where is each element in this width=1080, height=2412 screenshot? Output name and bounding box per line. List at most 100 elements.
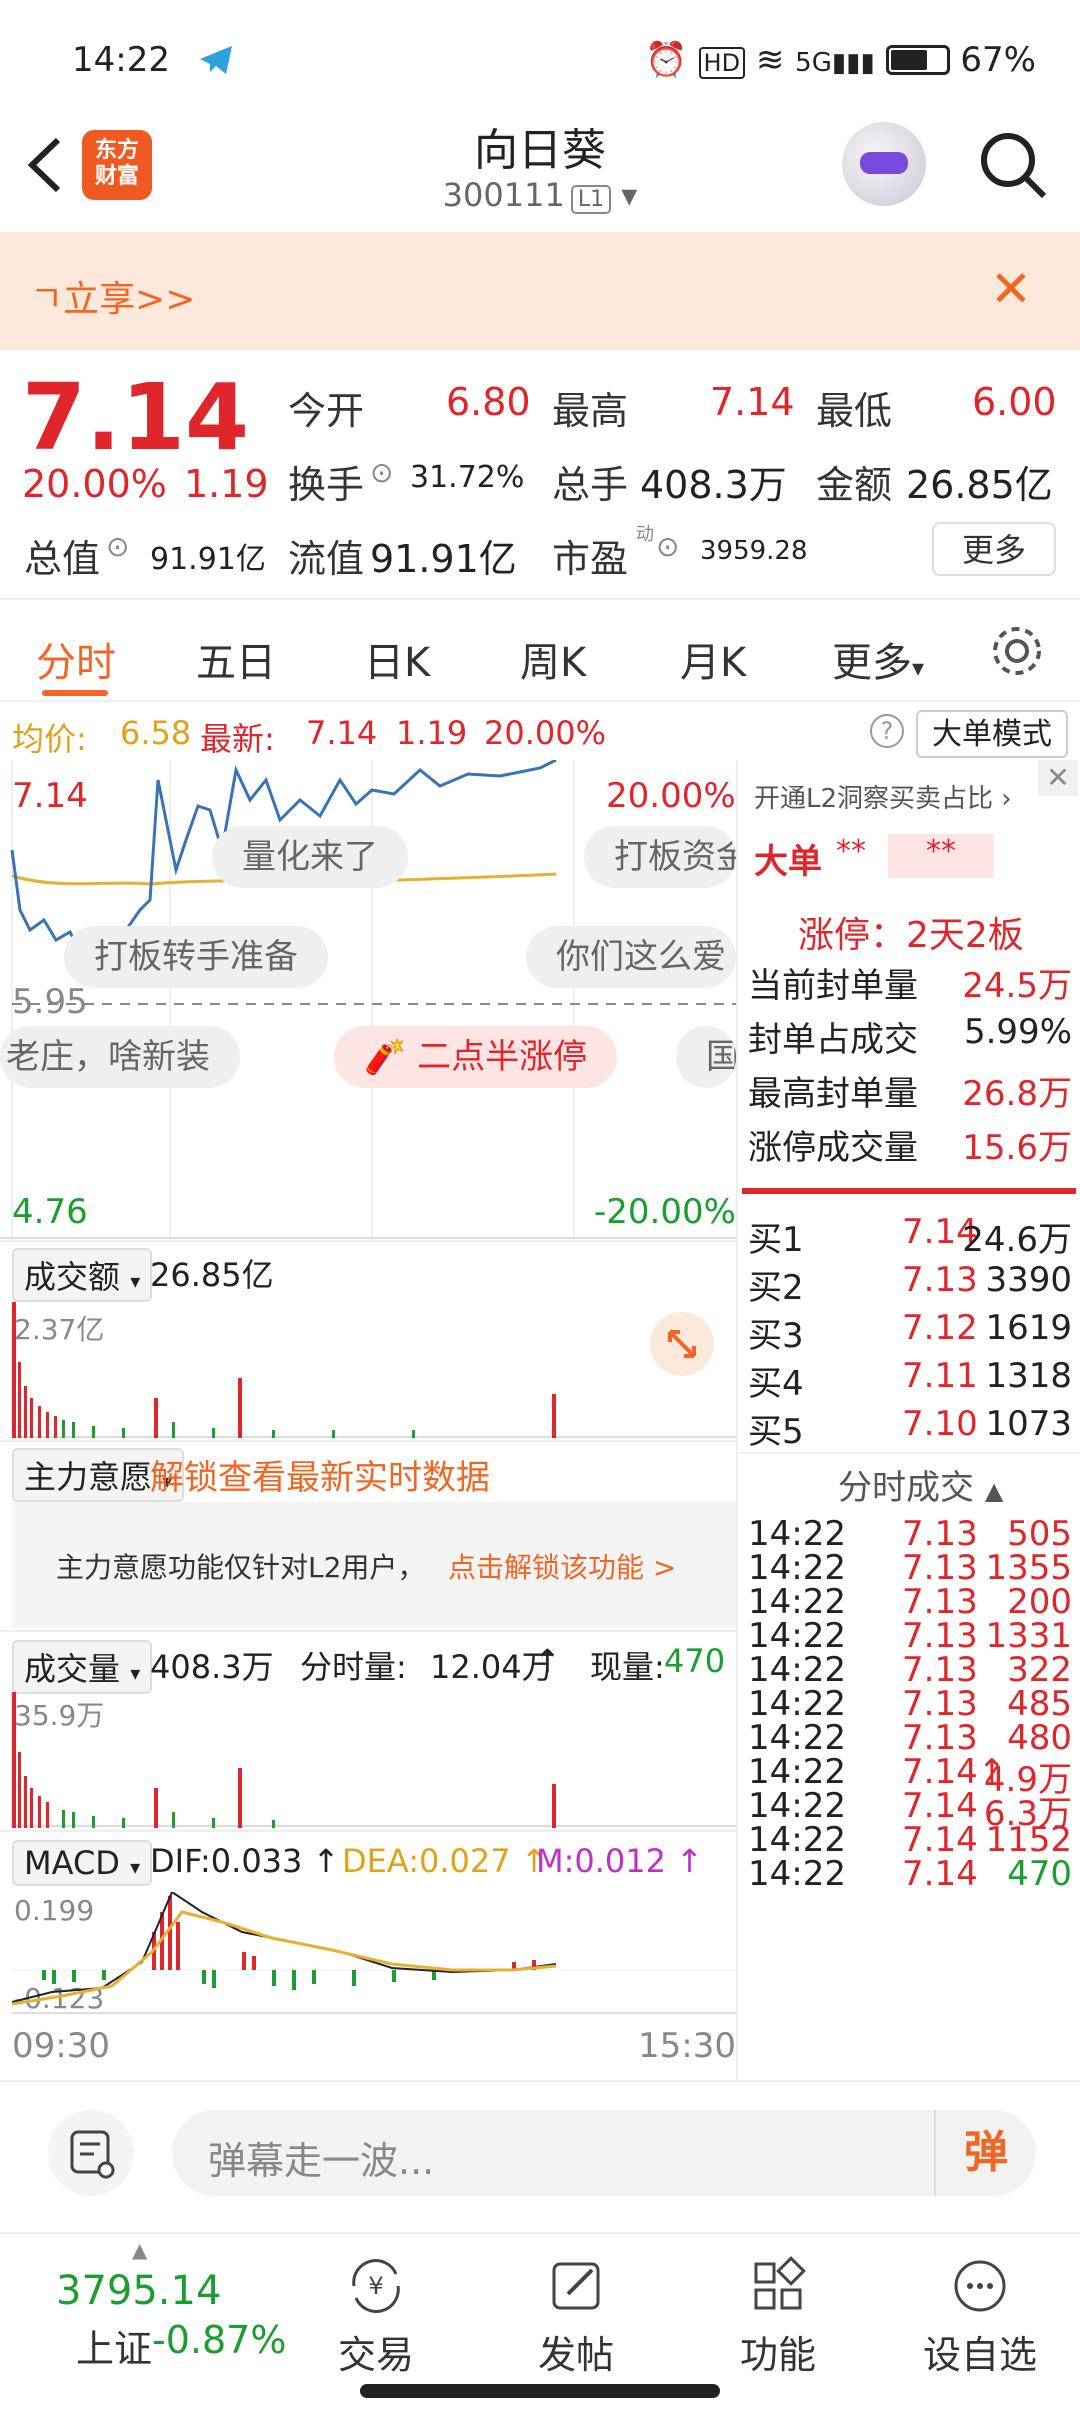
bid-price: 7.12: [902, 1308, 978, 1348]
amount-label: 金额: [816, 463, 893, 507]
danmaku-bubble[interactable]: 打板资金: [584, 826, 736, 888]
l2-insight-link[interactable]: 开通L2洞察买卖占比 ›: [754, 778, 1012, 815]
bid-price: 7.11: [902, 1356, 978, 1396]
stat-label: 涨停成交量: [748, 1128, 918, 1168]
amount-bars-svg: [12, 1302, 736, 1438]
time-end: 15:30: [638, 2026, 736, 2066]
close-icon[interactable]: ✕: [1038, 760, 1078, 796]
tab-month-k[interactable]: 月K: [680, 630, 746, 688]
nav-post[interactable]: 发帖: [496, 2254, 656, 2379]
unlock-feature-link[interactable]: 点击解锁该功能 >: [448, 1546, 676, 1586]
back-arrow-icon[interactable]: [20, 130, 80, 210]
macd-dropdown[interactable]: MACD ▾: [12, 1840, 153, 1886]
stat-value: 15.6万: [962, 1128, 1072, 1168]
intraday-chart[interactable]: 7.14 20.00% 5.95 4.76 -20.00% 量化来了 打板资金 …: [0, 760, 736, 1240]
unlock-realtime-link[interactable]: 解锁查看最新实时数据: [150, 1450, 490, 1499]
tab-day-k[interactable]: 日K: [364, 630, 430, 688]
l2-lock-box: 主力意愿功能仅针对L2用户， 点击解锁该功能 >: [12, 1502, 736, 1628]
stock-header: 东方 财富 向日葵 300111 L1 ▾: [0, 110, 1080, 232]
bid-label: 买2: [748, 1268, 804, 1308]
volume-dropdown[interactable]: 成交量 ▾: [12, 1640, 153, 1694]
current-volume-label: 现量:: [590, 1648, 665, 1686]
bid-row[interactable]: 买4 7.11 1318: [748, 1356, 1072, 1405]
bid-label: 买4: [748, 1364, 804, 1404]
bid-row[interactable]: 买3 7.12 1619: [748, 1308, 1072, 1357]
stock-name: 向日葵: [474, 125, 606, 176]
tab-more[interactable]: 更多▾: [832, 630, 924, 688]
bid-volume: 24.6万: [962, 1220, 1072, 1260]
bid-volume: 1619: [985, 1308, 1072, 1348]
bid-label: 买3: [748, 1316, 804, 1356]
yen-exchange-icon: ¥: [344, 2254, 408, 2318]
big-order-stars: **: [836, 834, 866, 869]
macd-dif-value: DIF:0.033: [150, 1842, 303, 1880]
dropdown-caret-icon: ▾: [611, 176, 638, 214]
danmaku-bubble[interactable]: 老庄，啥新装: [0, 1026, 240, 1088]
search-icon[interactable]: [976, 128, 1050, 202]
volume-label: 成交量: [24, 1650, 121, 1688]
index-ticker[interactable]: ▲ 3795.14 上证 -0.87%: [20, 2238, 290, 2378]
big-order-mode-button[interactable]: 大单模式: [916, 710, 1068, 758]
change-amount: 1.19: [184, 462, 269, 506]
status-icons: ⏰ HD ≋ 5G▮▮▮ 67%: [645, 40, 1036, 80]
nav-add-watchlist-label: 设自选: [922, 2333, 1037, 2377]
tick-trades-toggle[interactable]: 分时成交 ▲: [838, 1460, 1003, 1509]
turnover-label: 换手: [288, 463, 365, 507]
macd-label: MACD: [24, 1844, 120, 1882]
nav-trade[interactable]: ¥ 交易: [296, 2254, 456, 2379]
expand-icon[interactable]: [650, 1312, 714, 1376]
status-bar: 14:22 ⏰ HD ≋ 5G▮▮▮ 67%: [0, 0, 1080, 110]
macd-m: M:0.012 ↑: [536, 1842, 703, 1880]
wifi-icon: ≋: [755, 40, 785, 80]
danmaku-bubble[interactable]: 打板转手准备: [64, 926, 328, 988]
comment-settings-icon[interactable]: [48, 2110, 134, 2196]
danmaku-send-button[interactable]: 弹: [934, 2110, 1036, 2196]
status-time: 14:22: [72, 40, 170, 80]
index-value: 3795.14: [56, 2268, 222, 2314]
up-arrow-icon: ↑: [676, 1842, 703, 1880]
danmaku-bubble[interactable]: 国: [676, 1026, 736, 1088]
bid-row[interactable]: 买1 7.14 24.6万: [748, 1212, 1072, 1261]
edit-icon: [544, 2254, 608, 2318]
stock-code[interactable]: 300111 L1 ▾: [340, 176, 740, 214]
info-icon[interactable]: ⊙: [370, 456, 393, 489]
nav-functions[interactable]: 功能: [698, 2254, 858, 2379]
chart-mid-price: 5.95: [12, 982, 88, 1022]
danmaku-bubble[interactable]: 量化来了: [212, 826, 408, 888]
stat-row: 封单占成交 5.99%: [748, 1012, 1072, 1061]
bid-row[interactable]: 买5 7.10 1073: [748, 1404, 1072, 1453]
more-button[interactable]: 更多: [932, 522, 1056, 576]
tab-week-k[interactable]: 周K: [520, 630, 586, 688]
danmaku-input[interactable]: 弹幕走一波... 弹: [172, 2110, 1036, 2196]
stock-code-text: 300111: [442, 176, 565, 214]
close-icon[interactable]: ✕: [990, 260, 1032, 318]
help-icon[interactable]: ?: [870, 714, 904, 748]
home-indicator[interactable]: [360, 2384, 720, 2398]
bid-row[interactable]: 买2 7.13 3390: [748, 1260, 1072, 1309]
stat-row: 当前封单量 24.5万: [748, 958, 1072, 1007]
bid-label: 买1: [748, 1220, 804, 1260]
danmaku-bubble[interactable]: 你们这么爱: [526, 926, 736, 988]
open-label: 今开: [288, 389, 365, 433]
caret-up-icon: ▲: [132, 2238, 148, 2262]
tab-five-day[interactable]: 五日: [196, 630, 276, 688]
gear-icon[interactable]: [988, 622, 1046, 684]
bid-volume: 3390: [985, 1260, 1072, 1300]
macd-dea-value: DEA:0.027: [342, 1842, 511, 1880]
more-dots-icon: [948, 2254, 1012, 2318]
tab-intraday[interactable]: 分时: [36, 630, 116, 688]
assistant-robot-icon[interactable]: [842, 122, 926, 206]
low-label: 最低: [816, 389, 893, 433]
eastmoney-logo[interactable]: 东方 财富: [82, 130, 152, 200]
bid-price: 7.13: [902, 1260, 978, 1300]
info-icon[interactable]: ⊙: [656, 530, 679, 563]
hd-icon: HD: [698, 47, 746, 79]
nav-add-watchlist[interactable]: 设自选: [900, 2254, 1060, 2379]
amount-dropdown[interactable]: 成交额 ▾: [12, 1248, 153, 1302]
info-icon[interactable]: ⊙: [106, 530, 129, 563]
chart-bottom-price: 4.76: [12, 1192, 88, 1232]
promo-banner[interactable]: ㄱ立享>> ✕: [0, 232, 1080, 350]
amount-indicator: 成交额 ▾ 26.85亿 2.37亿: [0, 1240, 736, 1440]
promo-text[interactable]: ㄱ立享>>: [30, 270, 195, 322]
danmaku-bubble-highlight[interactable]: 🧨 二点半涨停: [334, 1026, 618, 1088]
